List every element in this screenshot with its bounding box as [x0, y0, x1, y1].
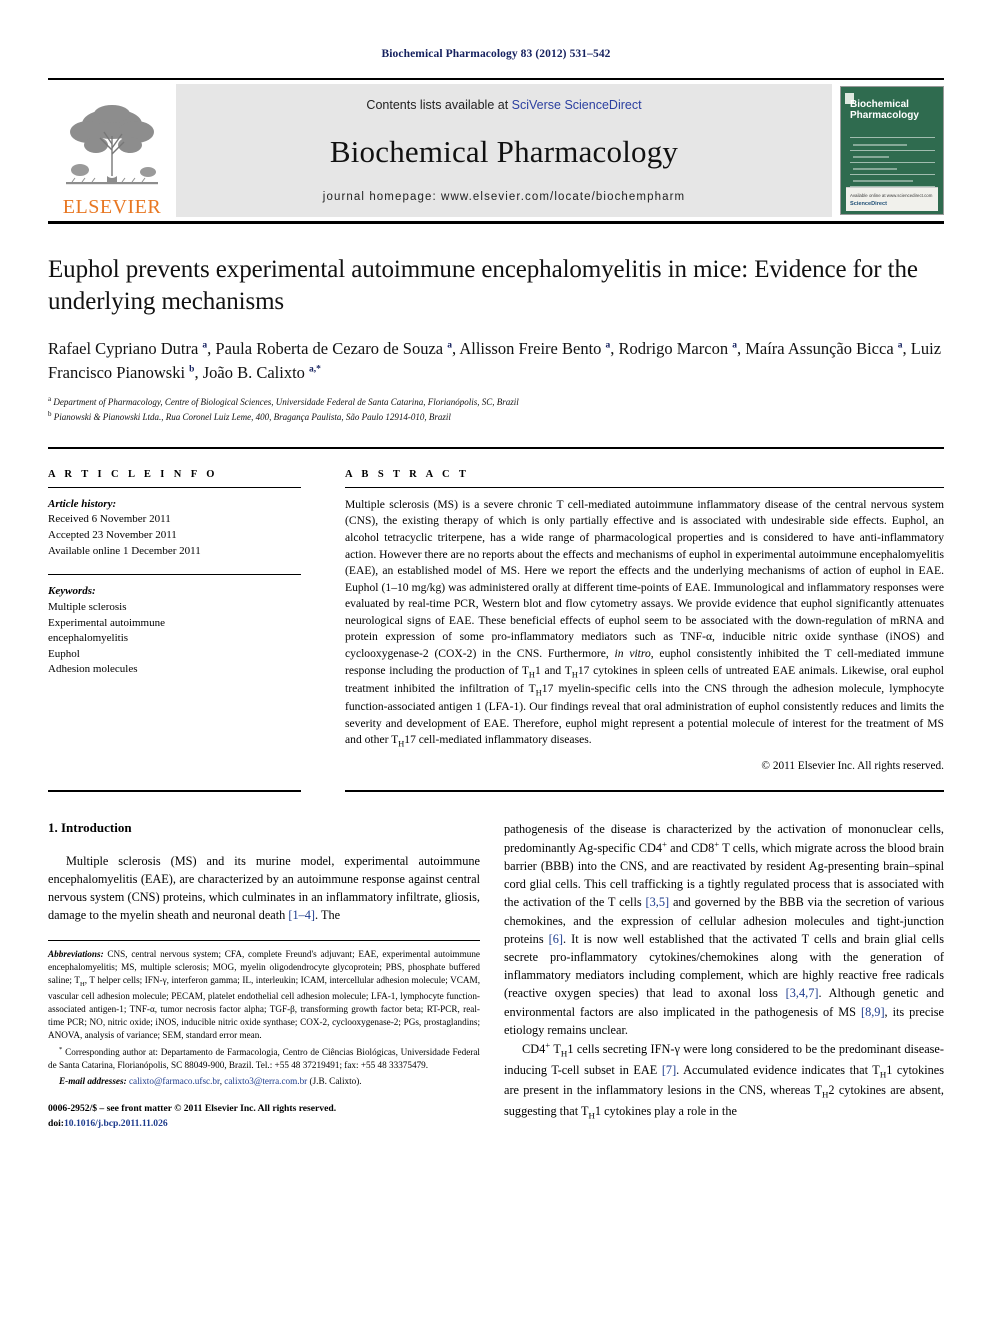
journal-title: Biochemical Pharmacology [329, 133, 679, 169]
article-history-group: Article history: Received 6 November 201… [48, 497, 301, 559]
footnotes-block: Abbreviations: CNS, central nervous syst… [48, 940, 480, 1131]
cover-text-line [853, 168, 897, 170]
cover-divider [850, 162, 935, 163]
sciencedirect-link[interactable]: SciVerse ScienceDirect [512, 98, 642, 112]
affiliation-a: a Department of Pharmacology, Centre of … [48, 394, 519, 407]
article-history-label: Article history: [48, 497, 117, 510]
affiliation-a-text: Department of Pharmacology, Centre of Bi… [53, 396, 519, 407]
body-column-right: pathogenesis of the disease is character… [504, 820, 944, 1131]
keywords-group: Keywords: Multiple sclerosis Experimenta… [48, 584, 301, 678]
issn-copyright-line: 0006-2952/$ – see front matter © 2011 El… [48, 1103, 337, 1115]
contents-prefix-text: Contents lists available at [366, 98, 512, 112]
doi-line[interactable]: doi:10.1016/j.bcp.2011.11.026 [48, 1117, 480, 1131]
abstract-body: Multiple sclerosis (MS) is a severe chro… [345, 497, 944, 749]
abstract-bottom-rule [345, 789, 944, 792]
history-item: Received 6 November 2011 [48, 513, 171, 526]
keyword-item: encephalomyelitis [48, 632, 129, 645]
history-item: Accepted 23 November 2011 [48, 529, 177, 542]
elsevier-tree-icon [66, 105, 158, 185]
keywords-rule [48, 574, 301, 576]
abstract-heading: A B S T R A C T [345, 468, 470, 480]
contents-available-line: Contents lists available at SciVerse Sci… [366, 98, 641, 112]
journal-masthead: ELSEVIER Contents lists available at Sci… [48, 78, 944, 224]
article-title: Euphol prevents experimental autoimmune … [48, 256, 918, 315]
cover-sciencedirect-brand: ScienceDirect [850, 201, 888, 207]
cover-divider [850, 137, 935, 138]
cover-text-line [853, 156, 889, 158]
body-column-left: 1. Introduction Multiple sclerosis (MS) … [48, 820, 488, 1131]
email-footnote: E-mail addresses: calixto@farmaco.ufsc.b… [59, 1076, 362, 1087]
affiliation-b-text: Pianowski & Pianowski Ltda., Rua Coronel… [53, 412, 451, 423]
author-list: Rafael Cypriano Dutra a, Paula Roberta d… [48, 339, 942, 382]
info-bottom-rule [48, 789, 301, 792]
body-columns: 1. Introduction Multiple sclerosis (MS) … [48, 820, 944, 1131]
corresponding-author-footnote: * Corresponding author at: Departamento … [48, 1045, 480, 1071]
keyword-item: Experimental autoimmune [48, 616, 165, 629]
journal-band: Contents lists available at SciVerse Sci… [176, 84, 832, 217]
article-info-heading: A R T I C L E I N F O [48, 468, 218, 480]
info-bottom-rule-wrap [48, 789, 323, 792]
abstract-rule [345, 486, 944, 488]
abstract-bottom-rule-wrap [323, 789, 944, 792]
imprint-block: 0006-2952/$ – see front matter © 2011 El… [48, 1102, 480, 1131]
cover-art: Biochemical Pharmacology Available onlin… [841, 87, 943, 214]
cover-divider [850, 150, 935, 151]
introduction-heading: 1. Introduction [48, 819, 132, 835]
title-block: Euphol prevents experimental autoimmune … [48, 254, 944, 425]
cover-footer-text: Available online at www.sciencedirect.co… [850, 193, 933, 198]
introduction-paragraph-right-1: pathogenesis of the disease is character… [504, 821, 944, 1037]
section-bottom-rules [48, 789, 944, 792]
abstract-copyright: © 2011 Elsevier Inc. All rights reserved… [761, 759, 944, 772]
cover-title-line-2: Pharmacology [850, 109, 919, 121]
elsevier-wordmark: ELSEVIER [62, 196, 162, 218]
affiliations: a Department of Pharmacology, Centre of … [48, 394, 944, 425]
affiliation-b: b Pianowski & Pianowski Ltda., Rua Coron… [48, 410, 451, 423]
keyword-item: Adhesion molecules [48, 663, 138, 676]
introduction-paragraph-left: Multiple sclerosis (MS) and its murine m… [48, 853, 480, 923]
cover-text-line [853, 144, 907, 146]
journal-article-page: Biochemical Pharmacology 83 (2012) 531–5… [0, 0, 992, 1323]
elsevier-logo: ELSEVIER [48, 80, 176, 221]
info-abstract-section: A R T I C L E I N F O Article history: R… [48, 446, 944, 772]
cover-footer-band [846, 187, 938, 211]
abstract-column: A B S T R A C T Multiple sclerosis (MS) … [323, 469, 944, 772]
introduction-paragraph-right-2: CD4+ TH1 cells secreting IFN-γ were long… [504, 1039, 945, 1121]
article-info-rule [48, 486, 301, 488]
journal-cover-thumbnail[interactable]: Biochemical Pharmacology Available onlin… [840, 86, 944, 215]
keyword-item: Euphol [48, 647, 80, 660]
cover-journal-title: Biochemical Pharmacology [850, 99, 939, 122]
keyword-item: Multiple sclerosis [48, 600, 127, 613]
history-item: Available online 1 December 2011 [48, 544, 201, 557]
journal-homepage-link[interactable]: journal homepage: www.elsevier.com/locat… [323, 191, 685, 203]
cover-divider [850, 174, 935, 175]
keywords-label: Keywords: [48, 585, 96, 598]
article-info-column: A R T I C L E I N F O Article history: R… [48, 469, 323, 772]
abbreviations-footnote: Abbreviations: CNS, central nervous syst… [48, 949, 480, 1040]
running-head-citation: Biochemical Pharmacology 83 (2012) 531–5… [381, 48, 611, 60]
cover-text-line [853, 180, 913, 182]
